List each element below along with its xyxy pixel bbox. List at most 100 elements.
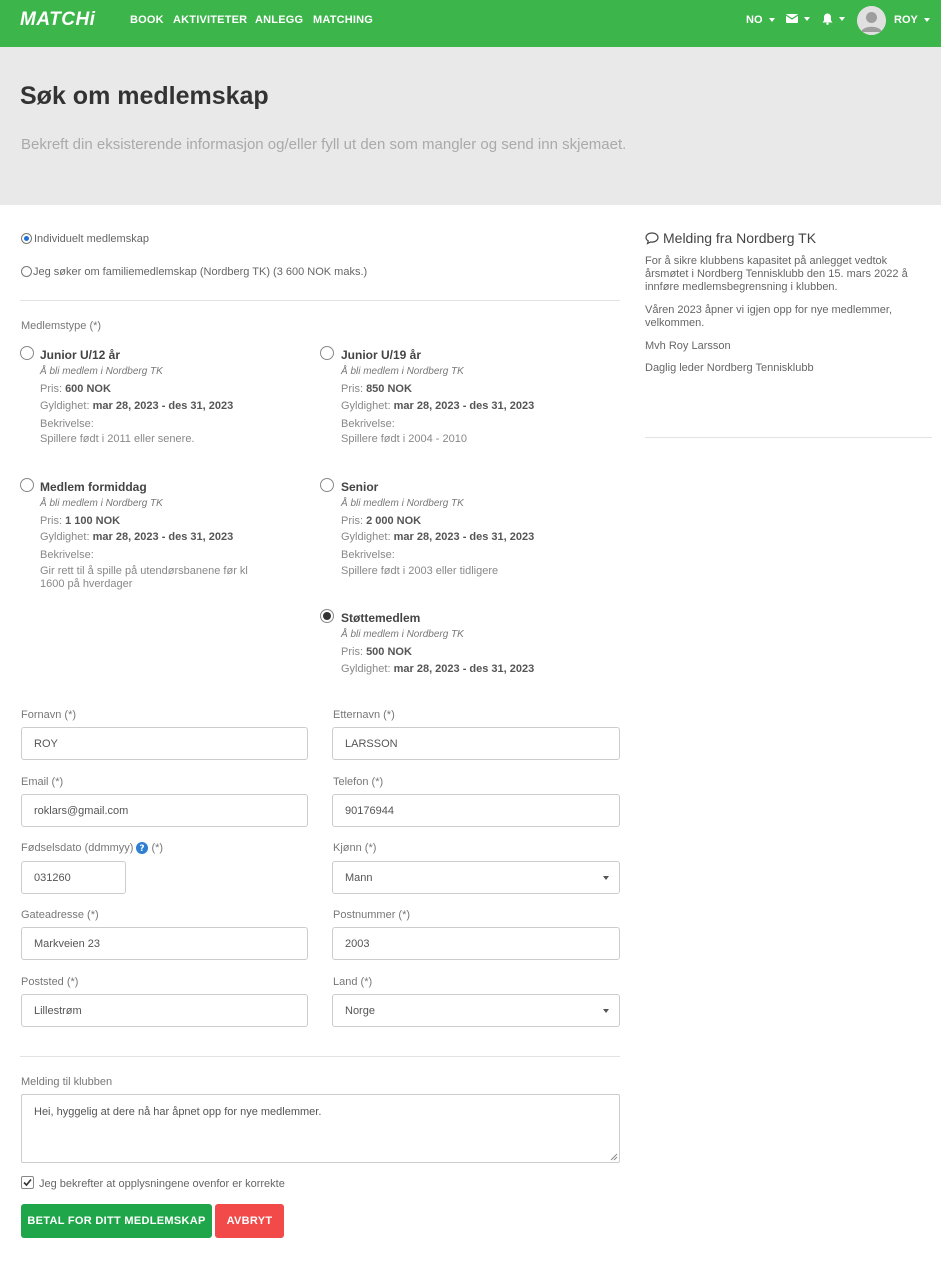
chevron-down-icon (804, 16, 810, 21)
cancel-button[interactable]: AVBRYT (215, 1204, 284, 1238)
membership-type-name[interactable]: Senior (341, 480, 378, 494)
phone-input[interactable]: 90176944 (332, 794, 620, 827)
city-input[interactable]: Lillestrøm (21, 994, 308, 1027)
membership-type-price: Pris: 1 100 NOK (40, 515, 121, 527)
membership-type-description: Gir rett til å spille på utendørsbanene … (40, 565, 248, 577)
pay-membership-button[interactable]: BETAL FOR DITT MEDLEMSKAP (21, 1204, 212, 1238)
birthdate-required: (*) (151, 842, 164, 854)
membership-type-description: Spillere født i 2003 eller tidligere (341, 565, 499, 577)
user-menu[interactable]: ROY (894, 14, 930, 26)
lastname-input[interactable]: LARSSON (332, 727, 620, 760)
sidebar-line: Våren 2023 åpner vi igjen opp for nye me… (645, 304, 893, 316)
language-label: NO (746, 14, 763, 26)
sidebar-divider (645, 437, 932, 438)
message-label: Melding til klubben (21, 1076, 113, 1088)
sidebar-paragraph: For å sikre klubbens kapasitet på anlegg… (645, 255, 930, 294)
lastname-label: Etternavn (*) (333, 709, 395, 721)
nav-link-matching[interactable]: MATCHING (313, 14, 373, 26)
country-select[interactable]: Norge (332, 994, 620, 1027)
membership-type-radio-stottemedlem[interactable] (320, 609, 334, 623)
chevron-down-icon (603, 1009, 609, 1013)
user-name: ROY (894, 14, 918, 26)
language-dropdown[interactable]: NO (746, 14, 775, 26)
membership-type-name[interactable]: Junior U/19 år (341, 348, 421, 362)
membership-type-subtitle: Å bli medlem i Nordberg TK (40, 498, 163, 509)
membership-type-radio-medlem-formiddag[interactable] (20, 478, 34, 492)
page-subtitle: Bekreft din eksisterende informasjon og/… (21, 136, 627, 153)
membership-type-validity: Gyldighet: mar 28, 2023 - des 31, 2023 (40, 400, 234, 412)
address-input[interactable]: Markveien 23 (21, 927, 308, 960)
sidebar-paragraph: Våren 2023 åpner vi igjen opp for nye me… (645, 304, 930, 330)
envelope-icon (786, 14, 798, 23)
resize-handle-icon[interactable] (610, 1153, 618, 1161)
firstname-label: Fornavn (*) (21, 709, 77, 721)
speech-bubble-icon (645, 231, 659, 245)
membership-type-label: Medlemstype (*) (21, 320, 102, 332)
membership-type-validity: Gyldighet: mar 28, 2023 - des 31, 2023 (341, 400, 535, 412)
gender-select[interactable]: Mann (332, 861, 620, 894)
page-header: Søk om medlemskap Bekreft din eksisteren… (0, 47, 941, 205)
sidebar-line: velkommen. (645, 317, 705, 329)
message-textarea[interactable]: Hei, hyggelig at dere nå har åpnet opp f… (21, 1094, 620, 1163)
sidebar-line: For å sikre klubbens kapasitet på anlegg… (645, 255, 888, 267)
firstname-input[interactable]: ROY (21, 727, 308, 760)
sidebar-title: Melding fra Nordberg TK (645, 230, 816, 246)
zip-input[interactable]: 2003 (332, 927, 620, 960)
avatar[interactable] (857, 6, 886, 35)
membership-type-subtitle: Å bli medlem i Nordberg TK (341, 366, 464, 377)
membership-type-name[interactable]: Støttemedlem (341, 611, 420, 625)
membership-type-description-label: Bekrivelse: (40, 418, 94, 430)
nav-link-aktiviteter[interactable]: AKTIVITETER (173, 14, 247, 26)
membership-type-radio-junior-u12[interactable] (20, 346, 34, 360)
membership-type-description-label: Bekrivelse: (341, 418, 395, 430)
membership-type-radio-senior[interactable] (320, 478, 334, 492)
divider (20, 300, 620, 301)
birthdate-input[interactable]: 031260 (21, 861, 126, 894)
family-membership-label[interactable]: Jeg søker om familiemedlemskap (Nordberg… (33, 266, 367, 278)
country-selected-value: Norge (345, 1005, 375, 1017)
sidebar-signature-title: Daglig leder Nordberg Tennisklubb (645, 362, 814, 374)
messages-dropdown[interactable] (786, 14, 810, 23)
confirm-checkbox[interactable] (21, 1176, 34, 1189)
membership-type-name[interactable]: Medlem formiddag (40, 480, 147, 494)
membership-type-price: Pris: 2 000 NOK (341, 515, 422, 527)
sidebar-line: årsmøtet i Nordberg Tennisklubb den 15. … (645, 268, 908, 280)
matchi-logo[interactable]: MATCHi (20, 9, 95, 31)
membership-type-description-label: Bekrivelse: (341, 549, 395, 561)
sidebar-title-text: Melding fra Nordberg TK (663, 230, 817, 246)
email-label: Email (*) (21, 776, 64, 788)
sidebar-line: innføre medlemsbegrensning i klubben. (645, 281, 838, 293)
membership-type-subtitle: Å bli medlem i Nordberg TK (40, 366, 163, 377)
zip-label: Postnummer (*) (333, 909, 411, 921)
membership-type-subtitle: Å bli medlem i Nordberg TK (341, 629, 464, 640)
address-label: Gateadresse (*) (21, 909, 99, 921)
sidebar-signature: Mvh Roy Larsson (645, 340, 731, 352)
notifications-dropdown[interactable] (822, 13, 845, 25)
country-label: Land (*) (333, 976, 373, 988)
membership-type-radio-junior-u19[interactable] (320, 346, 334, 360)
checkmark-icon (23, 1178, 32, 1187)
nav-link-book[interactable]: BOOK (130, 14, 164, 26)
membership-type-price: Pris: 500 NOK (341, 646, 412, 658)
gender-selected-value: Mann (345, 872, 373, 884)
membership-type-description-cont: 1600 på hverdager (40, 578, 133, 590)
page-title: Søk om medlemskap (20, 82, 269, 110)
membership-type-description: Spillere født i 2004 - 2010 (341, 433, 467, 445)
membership-type-description-label: Bekrivelse: (40, 549, 94, 561)
family-membership-radio[interactable] (21, 266, 32, 277)
nav-link-anlegg[interactable]: ANLEGG (255, 14, 303, 26)
membership-type-description: Spillere født i 2011 eller senere. (40, 433, 195, 445)
individual-membership-label[interactable]: Individuelt medlemskap (34, 233, 149, 245)
email-input[interactable]: roklars@gmail.com (21, 794, 308, 827)
confirm-label[interactable]: Jeg bekrefter at opplysningene ovenfor e… (39, 1178, 285, 1190)
message-text: Hei, hyggelig at dere nå har åpnet opp f… (34, 1106, 322, 1118)
chevron-down-icon (603, 876, 609, 880)
gender-label: Kjønn (*) (333, 842, 377, 854)
svg-text:?: ? (140, 844, 145, 854)
birthdate-label: Fødselsdato (ddmmyy) ? (*) (21, 842, 163, 854)
chevron-down-icon (768, 18, 775, 22)
membership-type-name[interactable]: Junior U/12 år (40, 348, 120, 362)
membership-type-price: Pris: 600 NOK (40, 383, 111, 395)
individual-membership-radio[interactable] (21, 233, 32, 244)
help-icon[interactable]: ? (136, 842, 149, 854)
